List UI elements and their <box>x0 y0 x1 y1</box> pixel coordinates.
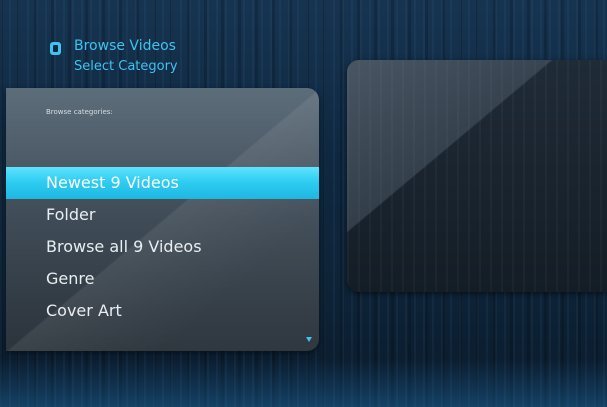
page-subtitle: Select Category <box>74 59 178 74</box>
preview-pane <box>347 60 607 292</box>
page-title: Browse Videos <box>74 38 176 54</box>
menu-item-newest-videos[interactable]: Newest 9 Videos <box>6 167 319 199</box>
menu-item-cover-art[interactable]: Cover Art <box>6 295 319 327</box>
media-center-screen: Browse Videos Select Category Browse cat… <box>0 0 607 407</box>
category-panel: Browse categories: Newest 9 Videos Folde… <box>6 88 319 351</box>
browse-categories-label: Browse categories: <box>46 108 113 116</box>
scroll-down-icon[interactable] <box>306 337 312 342</box>
menu-item-genre[interactable]: Genre <box>6 263 319 295</box>
preview-sheen <box>347 60 607 292</box>
video-library-icon <box>50 42 61 55</box>
menu-item-browse-all-videos[interactable]: Browse all 9 Videos <box>6 231 319 263</box>
category-menu: Newest 9 Videos Folder Browse all 9 Vide… <box>6 167 319 327</box>
bottom-glow <box>0 359 607 407</box>
menu-item-folder[interactable]: Folder <box>6 199 319 231</box>
